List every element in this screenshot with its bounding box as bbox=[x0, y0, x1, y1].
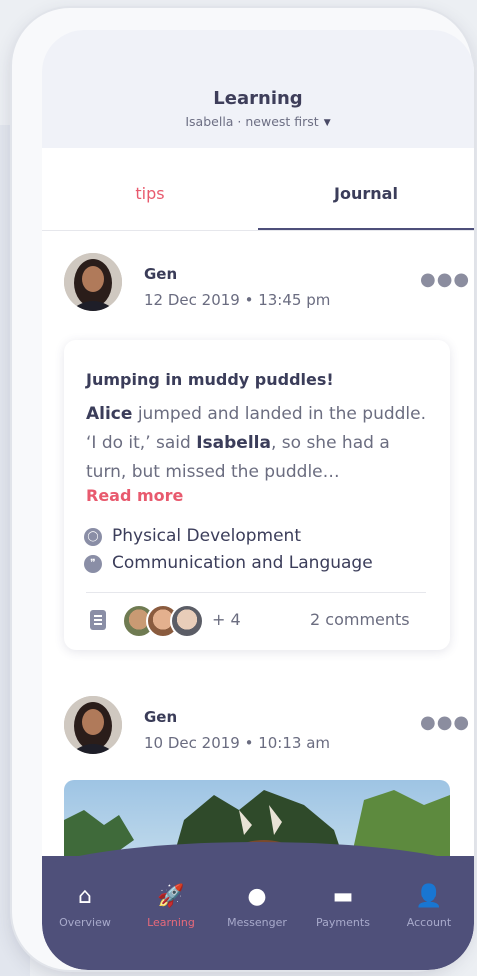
post-header: Gen 10 Dec 2019 • 10:13 am ●●● bbox=[42, 696, 474, 766]
more-options-icon[interactable]: ●●● bbox=[420, 269, 470, 290]
post-author: Gen bbox=[144, 708, 178, 726]
tagged-children-avatars[interactable] bbox=[122, 604, 212, 638]
active-tab-indicator bbox=[258, 228, 474, 230]
nav-learning[interactable]: 🚀 Learning bbox=[128, 882, 214, 929]
learning-area: ❞ Communication and Language bbox=[84, 553, 373, 573]
journal-entry-card[interactable]: Jumping in muddy puddles! Alice jumped a… bbox=[64, 340, 450, 650]
bottom-navigation: ⌂ Overview 🚀 Learning ● Messenger ▬ Paym… bbox=[42, 842, 474, 970]
avatar[interactable] bbox=[64, 253, 122, 311]
page-title: Learning bbox=[213, 88, 303, 109]
nav-account[interactable]: 👤 Account bbox=[386, 882, 472, 929]
tab-tips[interactable]: tips bbox=[42, 184, 258, 203]
tab-bar: tips Journal bbox=[42, 148, 474, 231]
post-date: 10 Dec 2019 • 10:13 am bbox=[144, 734, 331, 752]
child-filter-label: Isabella · newest first bbox=[185, 114, 319, 129]
entry-text: Alice jumped and landed in the puddle. ‘… bbox=[86, 404, 427, 482]
extra-children-count: + 4 bbox=[212, 610, 241, 629]
person-icon: 👤 bbox=[415, 884, 443, 909]
child-avatar bbox=[170, 604, 204, 638]
entry-title: Jumping in muddy puddles! bbox=[86, 370, 334, 389]
nav-overview[interactable]: ⌂ Overview bbox=[42, 882, 128, 929]
rocket-icon: 🚀 bbox=[157, 884, 185, 909]
person-outline-icon: ◯ bbox=[84, 528, 102, 546]
tab-journal[interactable]: Journal bbox=[258, 184, 474, 203]
phone-frame: Learning Isabella · newest first ▼ tips J… bbox=[12, 8, 474, 970]
post-author: Gen bbox=[144, 265, 178, 283]
caret-down-icon: ▼ bbox=[323, 118, 331, 128]
page-header: Learning Isabella · newest first ▼ bbox=[42, 30, 474, 148]
post-header: Gen 12 Dec 2019 • 13:45 pm ●●● bbox=[42, 253, 474, 323]
avatar[interactable] bbox=[64, 696, 122, 754]
read-more-link[interactable]: Read more bbox=[86, 486, 183, 505]
comments-link[interactable]: 2 comments bbox=[310, 610, 410, 629]
app-screen: Learning Isabella · newest first ▼ tips J… bbox=[42, 30, 474, 970]
divider bbox=[86, 592, 426, 593]
child-filter-dropdown[interactable]: Isabella · newest first ▼ bbox=[42, 114, 474, 129]
learning-area: ◯ Physical Development bbox=[84, 526, 301, 546]
home-icon: ⌂ bbox=[78, 884, 92, 909]
chat-bubble-icon: ● bbox=[247, 884, 267, 909]
document-icon[interactable] bbox=[90, 610, 106, 630]
post-date: 12 Dec 2019 • 13:45 pm bbox=[144, 291, 331, 309]
nav-messenger[interactable]: ● Messenger bbox=[214, 882, 300, 929]
credit-card-icon: ▬ bbox=[332, 884, 354, 909]
more-options-icon[interactable]: ●●● bbox=[420, 712, 470, 733]
nav-payments[interactable]: ▬ Payments bbox=[300, 882, 386, 929]
speech-bubbles-icon: ❞ bbox=[84, 555, 102, 573]
